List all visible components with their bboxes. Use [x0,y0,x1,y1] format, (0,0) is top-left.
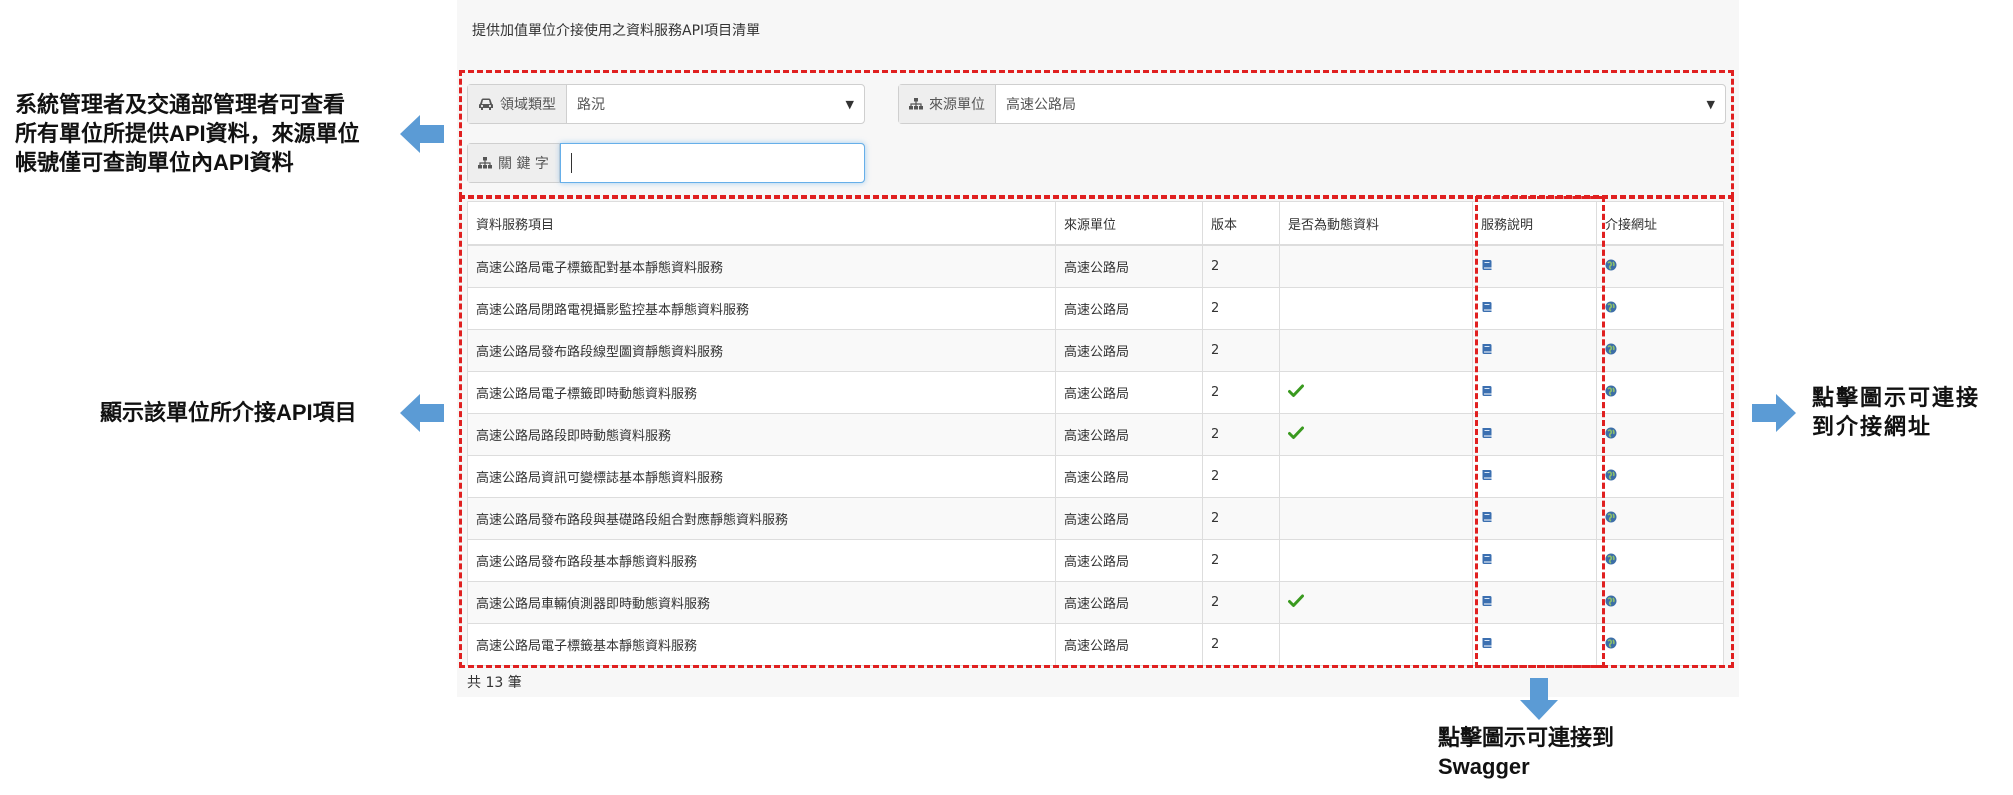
annotation-api-items: 顯示該單位所介接API項目 [100,400,357,425]
doc-column-highlight-box [1475,196,1605,668]
annotation-swagger-link: 點擊圖示可連接到 Swagger [1438,723,1698,781]
annotation-endpoint-line: 到介接網址 [1812,414,1933,439]
annotation-swagger-line: Swagger [1438,754,1530,779]
filter-highlight-box [459,70,1734,198]
annotation-permission: 系統管理者及交通部管理者可查看 所有單位所提供API資料，來源單位 帳號僅可查詢… [15,90,410,177]
annotation-endpoint-line: 點擊圖示可連接 [1812,385,1981,410]
endpoint-column-highlight-box [1602,196,1734,668]
annotation-permission-line: 系統管理者及交通部管理者可查看 [15,92,346,117]
arrow-right-icon [1752,394,1796,432]
annotation-endpoint-link: 點擊圖示可連接 到介接網址 [1812,383,2012,441]
annotation-permission-line: 所有單位所提供API資料，來源單位 [15,121,360,146]
annotation-swagger-line: 點擊圖示可連接到 [1438,725,1615,750]
arrow-left-icon [400,394,444,432]
total-count: 共 13 筆 [467,675,522,691]
arrow-down-icon [1520,678,1558,720]
annotation-permission-line: 帳號僅可查詢單位內API資料 [15,150,294,175]
panel-title: 提供加值單位介接使用之資料服務API項目清單 [472,23,761,39]
arrow-left-icon [400,115,444,153]
